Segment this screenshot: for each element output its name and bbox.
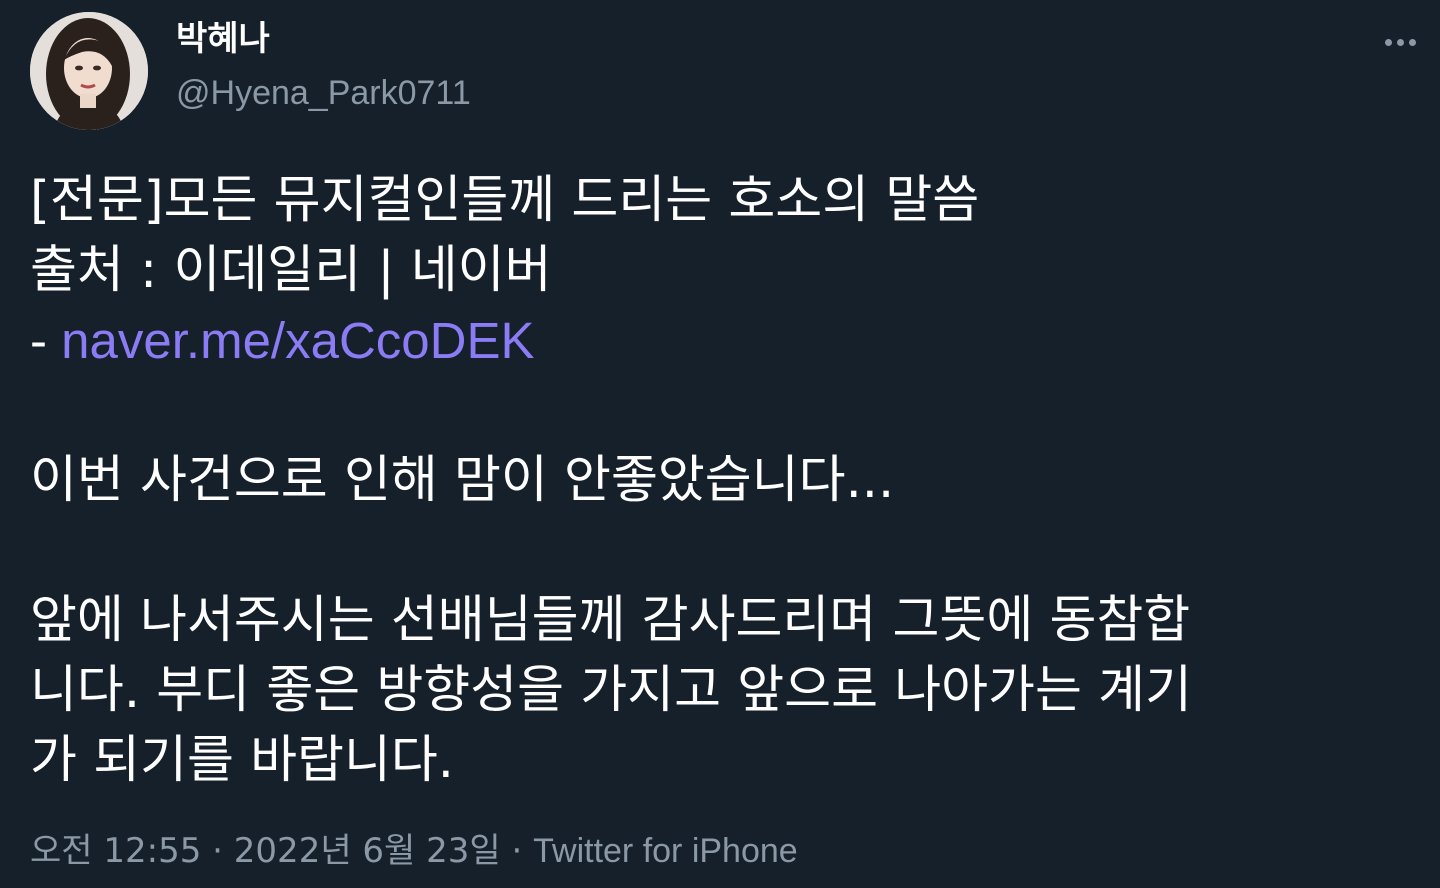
tweet-line: 니다. 부디 좋은 방향성을 가지고 앞으로 나아가는 계기 xyxy=(30,661,1192,720)
user-handle[interactable]: @Hyena_Park0711 xyxy=(176,70,471,116)
tweet-date: 2022년 6월 23일 xyxy=(233,831,501,871)
tweet-line: 출처 : 이데일리 | 네이버 xyxy=(30,241,552,300)
tweet-line: 이번 사건으로 인해 맘이 안좋았습니다... xyxy=(30,451,895,510)
tweet-line: [전문]모든 뮤지컬인들께 드리는 호소의 말씀 xyxy=(30,171,980,230)
avatar[interactable] xyxy=(30,12,148,130)
tweet-source[interactable]: Twitter for iPhone xyxy=(533,832,798,870)
tweet-time-text: 오전 12:55 xyxy=(30,831,202,871)
meta-separator: · xyxy=(500,831,534,871)
tweet-line: 가 되기를 바랍니다. xyxy=(30,731,454,790)
more-horizontal-icon xyxy=(1408,38,1416,46)
tweet-time[interactable]: 오전 12:55 · 2022년 6월 23일 xyxy=(30,831,501,871)
article-link[interactable]: naver.me/xaCcoDEK xyxy=(61,312,534,369)
avatar-photo xyxy=(30,12,148,130)
tweet-meta: 오전 12:55 · 2022년 6월 23일 · Twitter for iP… xyxy=(30,828,798,874)
author-block: 박혜나 @Hyena_Park0711 xyxy=(176,16,471,116)
tweet-text: [전문]모든 뮤지컬인들께 드리는 호소의 말씀 출처 : 이데일리 | 네이버… xyxy=(30,166,1420,796)
link-line: - naver.me/xaCcoDEK xyxy=(30,306,1420,376)
meta-separator: · xyxy=(201,831,234,871)
more-horizontal-icon xyxy=(1384,38,1392,46)
more-horizontal-icon xyxy=(1396,38,1404,46)
display-name[interactable]: 박혜나 xyxy=(176,16,471,62)
tweet-line: 앞에 나서주시는 선배님들께 감사드리며 그뜻에 동참합 xyxy=(30,591,1191,650)
link-prefix: - xyxy=(30,312,62,369)
tweet: 박혜나 @Hyena_Park0711 [전문]모든 뮤지컬인들께 드리는 호소… xyxy=(0,0,1440,888)
more-options-button[interactable] xyxy=(1370,20,1430,64)
